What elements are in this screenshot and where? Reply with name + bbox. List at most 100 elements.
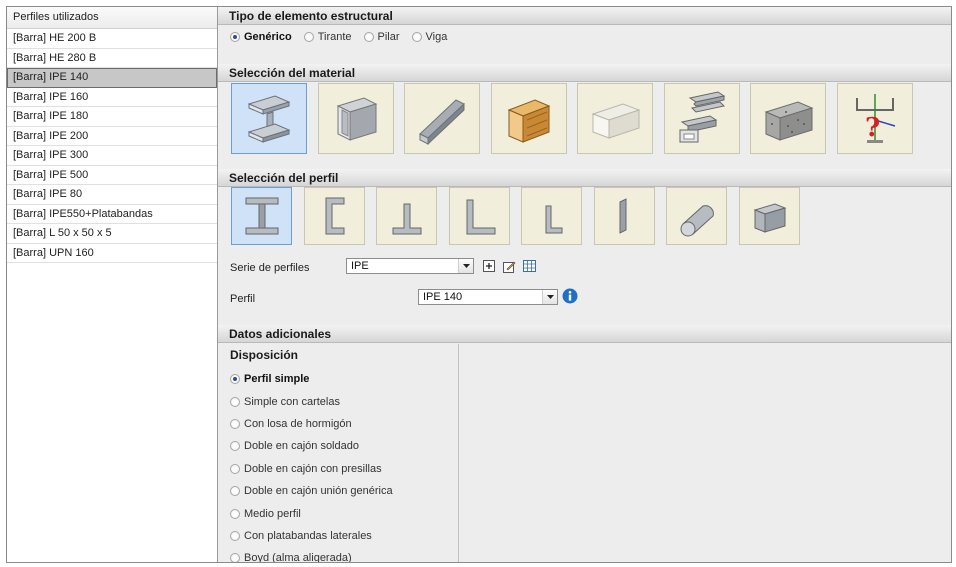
profile-info-button[interactable] bbox=[562, 288, 578, 304]
element-type-radio-group: Genérico Tirante Pilar Viga bbox=[230, 31, 459, 43]
profile-tile-round[interactable] bbox=[666, 187, 727, 245]
square-bar-icon bbox=[753, 203, 787, 233]
radio-pilar[interactable]: Pilar bbox=[363, 31, 400, 43]
profile-editor-window: Perfiles utilizados [Barra] HE 200 B [Ba… bbox=[6, 6, 952, 563]
profile-shape-tiles bbox=[231, 187, 811, 245]
disposition-panel: Disposición Perfil simple Simple con car… bbox=[218, 344, 459, 562]
aluminum-extrusion-icon bbox=[679, 90, 725, 142]
profile-list-item[interactable]: [Barra] IPE 160 bbox=[7, 88, 217, 107]
plus-icon bbox=[483, 260, 495, 272]
profile-list-item[interactable]: [Barra] IPE 500 bbox=[7, 166, 217, 185]
radio-empty-icon bbox=[230, 441, 240, 452]
add-profile-button[interactable] bbox=[482, 259, 496, 273]
radio-empty-icon bbox=[230, 553, 240, 562]
used-profiles-panel: Perfiles utilizados [Barra] HE 200 B [Ba… bbox=[7, 7, 218, 562]
profile-tile-square[interactable] bbox=[738, 187, 800, 245]
profile-tile-t[interactable] bbox=[376, 187, 437, 245]
radio-empty-icon bbox=[363, 32, 374, 42]
profile-tile-plate[interactable] bbox=[593, 187, 655, 245]
cold-formed-steel-icon bbox=[419, 98, 465, 145]
radio-empty-icon bbox=[230, 463, 240, 474]
profile-tile-l[interactable] bbox=[448, 187, 510, 245]
radio-cajon-soldado[interactable]: Doble en cajón soldado bbox=[230, 435, 393, 457]
material-tile-custom[interactable]: ? bbox=[836, 83, 913, 154]
used-profiles-header: Perfiles utilizados bbox=[7, 7, 217, 29]
serie-dropdown[interactable]: IPE bbox=[346, 258, 474, 274]
chevron-down-icon bbox=[458, 259, 473, 273]
radio-viga[interactable]: Viga bbox=[411, 31, 447, 43]
profile-list-item[interactable]: [Barra] L 50 x 50 x 5 bbox=[7, 224, 217, 244]
section-header-perfil: Selección del perfil bbox=[218, 169, 951, 187]
radio-selected-icon bbox=[230, 32, 240, 42]
radio-selected-icon bbox=[230, 374, 240, 385]
element-settings-panel: Tipo de elemento estructural Genérico Ti… bbox=[218, 7, 951, 562]
radio-empty-icon bbox=[303, 32, 314, 42]
c-section-icon bbox=[325, 197, 345, 235]
profile-tile-small-l[interactable] bbox=[521, 187, 582, 245]
radio-cajon-generica[interactable]: Doble en cajón unión genérica bbox=[230, 480, 393, 502]
profile-list-item[interactable]: [Barra] UPN 160 bbox=[7, 244, 217, 263]
section-header-material: Selección del material bbox=[218, 64, 951, 82]
profile-list-item[interactable]: [Barra] IPE 80 bbox=[7, 185, 217, 205]
perfil-value: IPE 140 bbox=[423, 291, 463, 303]
profile-table-button[interactable] bbox=[522, 259, 536, 273]
radio-generico[interactable]: Genérico bbox=[230, 31, 292, 43]
radio-simple-cartelas[interactable]: Simple con cartelas bbox=[230, 390, 393, 412]
chevron-down-icon bbox=[542, 290, 557, 304]
radio-perfil-simple[interactable]: Perfil simple bbox=[230, 368, 393, 390]
radio-empty-icon bbox=[230, 530, 240, 541]
svg-text:?: ? bbox=[865, 113, 880, 143]
radio-boyd[interactable]: Boyd (alma aligerada) bbox=[230, 547, 393, 562]
serie-value: IPE bbox=[351, 260, 369, 272]
plate-icon bbox=[619, 198, 627, 234]
table-grid-icon bbox=[522, 260, 536, 272]
profile-tile-c[interactable] bbox=[303, 187, 365, 245]
section-header-adicionales: Datos adicionales bbox=[218, 325, 951, 343]
material-tile-aluminum[interactable] bbox=[317, 83, 394, 154]
perfil-label: Perfil bbox=[230, 293, 256, 305]
profile-list-item[interactable]: [Barra] IPE 180 bbox=[7, 107, 217, 127]
profile-tile-i[interactable] bbox=[231, 187, 292, 245]
radio-platabandas-laterales[interactable]: Con platabandas laterales bbox=[230, 525, 393, 547]
serie-label: Serie de perfiles bbox=[230, 262, 310, 274]
info-icon bbox=[562, 288, 578, 304]
profile-list-item[interactable]: [Barra] IPE550+Platabandas bbox=[7, 205, 217, 224]
concrete-block-icon bbox=[764, 100, 814, 141]
aluminum-profile-icon bbox=[336, 96, 377, 141]
material-tile-cold-formed[interactable] bbox=[404, 83, 480, 154]
radio-medio-perfil[interactable]: Medio perfil bbox=[230, 502, 393, 524]
radio-cajon-presillas[interactable]: Doble en cajón con presillas bbox=[230, 458, 393, 480]
profile-list-item[interactable]: [Barra] HE 280 B bbox=[7, 49, 217, 68]
small-angle-icon bbox=[545, 205, 562, 234]
edit-pencil-icon bbox=[502, 261, 515, 273]
t-section-icon bbox=[392, 203, 421, 235]
profile-list-item[interactable]: [Barra] HE 200 B bbox=[7, 29, 217, 49]
radio-tirante[interactable]: Tirante bbox=[303, 31, 352, 43]
round-bar-icon bbox=[680, 205, 714, 237]
generic-material-icon bbox=[591, 102, 641, 139]
radio-empty-icon bbox=[230, 418, 240, 429]
radio-losa-hormigon[interactable]: Con losa de hormigón bbox=[230, 413, 393, 435]
material-tiles: ? bbox=[231, 83, 923, 154]
l-angle-icon bbox=[466, 199, 496, 235]
custom-section-icon: ? bbox=[855, 93, 895, 143]
profile-list-item[interactable]: [Barra] IPE 300 bbox=[7, 146, 217, 166]
material-tile-aluminum-extrusion[interactable] bbox=[663, 83, 740, 154]
steel-i-beam-icon bbox=[247, 94, 291, 143]
material-tile-concrete[interactable] bbox=[750, 83, 826, 154]
material-tile-steel[interactable] bbox=[231, 83, 307, 154]
radio-empty-icon bbox=[411, 32, 422, 42]
profile-list-item-selected[interactable]: [Barra] IPE 140 bbox=[7, 68, 217, 88]
edit-profile-button[interactable] bbox=[502, 259, 516, 273]
radio-empty-icon bbox=[230, 486, 240, 497]
material-tile-generic[interactable] bbox=[577, 83, 653, 154]
i-section-icon bbox=[245, 197, 278, 235]
wood-beam-icon bbox=[507, 98, 550, 143]
disposition-preview-area bbox=[459, 344, 951, 562]
perfil-dropdown[interactable]: IPE 140 bbox=[418, 289, 558, 305]
profile-list-item[interactable]: [Barra] IPE 200 bbox=[7, 127, 217, 146]
radio-empty-icon bbox=[230, 508, 240, 519]
disposition-title: Disposición bbox=[230, 348, 299, 362]
used-profiles-list: [Barra] HE 200 B [Barra] HE 280 B [Barra… bbox=[7, 29, 217, 263]
material-tile-wood[interactable] bbox=[490, 83, 567, 154]
